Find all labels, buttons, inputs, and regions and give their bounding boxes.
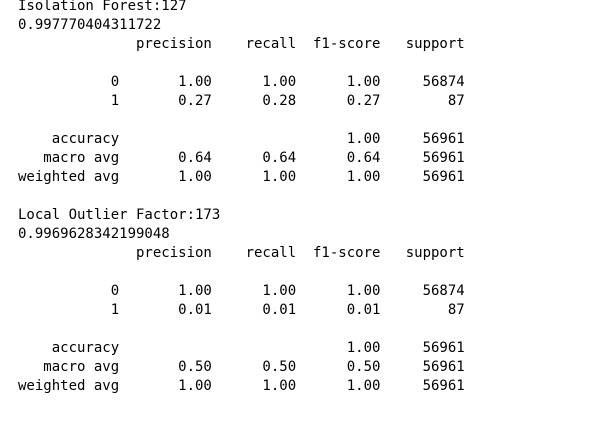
output-line: 0 1.00 1.00 1.00 56874 xyxy=(18,74,465,90)
output-line: 1 0.27 0.28 0.27 87 xyxy=(18,93,465,109)
output-line: accuracy 1.00 56961 xyxy=(18,131,465,147)
output-line: 0 1.00 1.00 1.00 56874 xyxy=(18,283,465,299)
output-line: Local Outlier Factor:173 xyxy=(18,207,221,223)
notebook-output: Isolation Forest:127 0.997770404311722 p… xyxy=(18,0,465,396)
output-line: weighted avg 1.00 1.00 1.00 56961 xyxy=(18,169,465,185)
output-line: accuracy 1.00 56961 xyxy=(18,340,465,356)
output-line: Isolation Forest:127 xyxy=(18,0,187,14)
output-line: macro avg 0.50 0.50 0.50 56961 xyxy=(18,359,465,375)
output-line: 1 0.01 0.01 0.01 87 xyxy=(18,302,465,318)
output-line: weighted avg 1.00 1.00 1.00 56961 xyxy=(18,378,465,394)
output-line: precision recall f1-score support xyxy=(18,36,465,52)
output-line: 0.9969628342199048 xyxy=(18,226,170,242)
output-line: precision recall f1-score support xyxy=(18,245,465,261)
output-line: 0.997770404311722 xyxy=(18,17,162,33)
output-line: macro avg 0.64 0.64 0.64 56961 xyxy=(18,150,465,166)
